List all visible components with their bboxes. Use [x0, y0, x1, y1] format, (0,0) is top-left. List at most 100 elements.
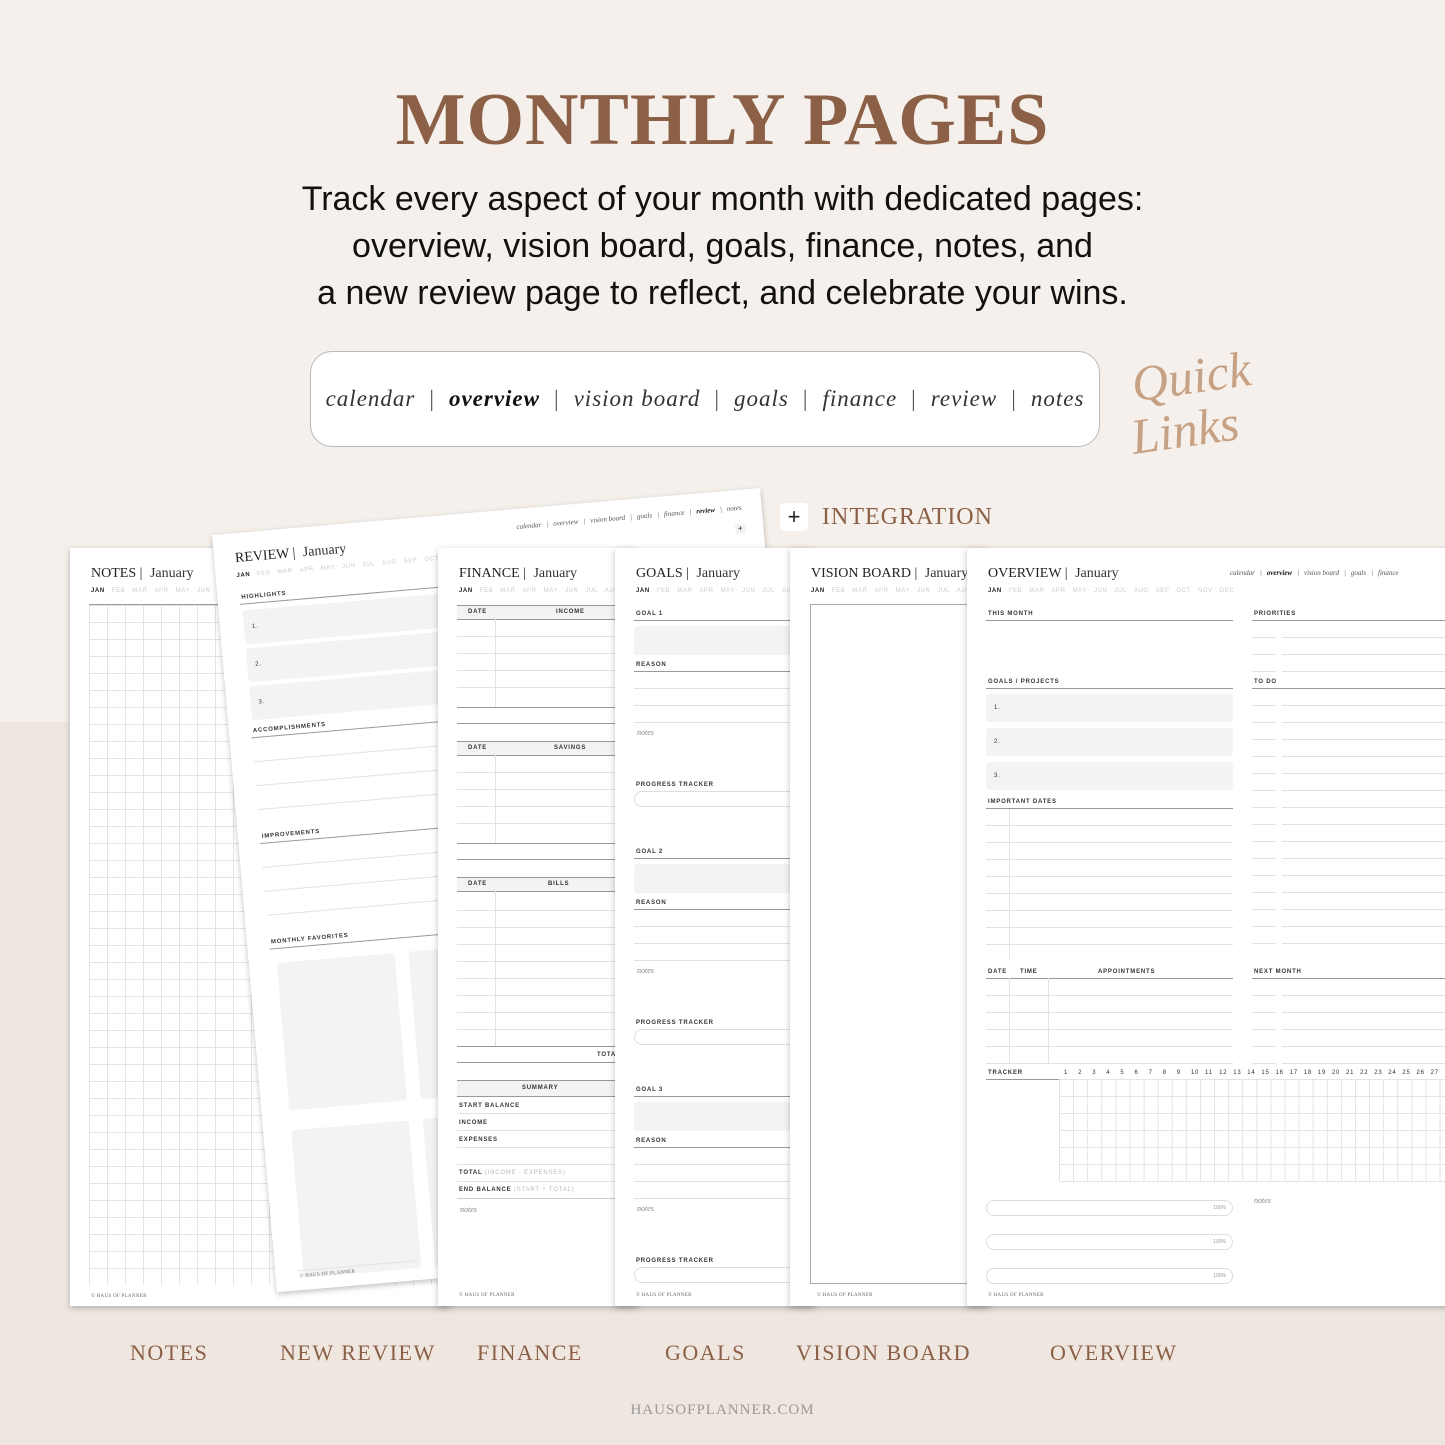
goal-input[interactable]: [634, 626, 814, 655]
vision-board-area[interactable]: [810, 604, 990, 1284]
month-tab-jan[interactable]: JAN: [811, 588, 825, 594]
month-tab-feb[interactable]: FEB: [480, 588, 493, 594]
month-tab-jan[interactable]: JAN: [91, 588, 105, 594]
month-tab-may[interactable]: MAY: [321, 565, 336, 572]
month-tab-apr[interactable]: APR: [522, 588, 536, 594]
month-tab-jun[interactable]: JUN: [1094, 588, 1107, 594]
quick-link-goals[interactable]: goals: [734, 386, 789, 412]
nav-link-vision-board[interactable]: vision board: [1304, 569, 1339, 577]
month-tab-nov[interactable]: NOV: [1198, 588, 1213, 594]
month-tab-feb[interactable]: FEB: [112, 588, 125, 594]
month-tab-jan[interactable]: JAN: [459, 588, 473, 594]
nav-link-review[interactable]: review: [696, 506, 715, 516]
tracker-day: 7: [1148, 1070, 1153, 1076]
line: [986, 876, 1233, 877]
month-tab-jun[interactable]: JUN: [742, 588, 755, 594]
subtitle-line: a new review page to reflect, and celebr…: [317, 274, 1128, 312]
overview-page: OVERVIEW | January JAN FEB MAR APR MAY JUN JUL…: [967, 548, 1445, 1306]
line: [1282, 1063, 1445, 1064]
quick-link-notes[interactable]: notes: [1031, 386, 1085, 412]
quick-link-calendar[interactable]: calendar: [326, 386, 416, 412]
month-tab-apr[interactable]: APR: [699, 588, 713, 594]
tracker-day: 16: [1275, 1070, 1284, 1076]
habit-tracker-grid[interactable]: [1059, 1079, 1445, 1182]
month-tab-mar[interactable]: MAR: [677, 588, 692, 594]
month-tab-apr[interactable]: APR: [154, 588, 168, 594]
month-tab-jun[interactable]: JUN: [197, 588, 210, 594]
month-tab-jul[interactable]: JUL: [362, 561, 375, 568]
nav-link-calendar[interactable]: calendar: [516, 521, 541, 531]
month-tab-jun[interactable]: JUN: [342, 563, 356, 570]
quick-link-overview[interactable]: overview: [449, 386, 540, 412]
month-tab-may[interactable]: MAY: [544, 588, 558, 594]
nav-link-finance[interactable]: finance: [1378, 569, 1399, 577]
month-tab-jul[interactable]: JUL: [762, 588, 774, 594]
footer: © HAUS OF PLANNER: [636, 1293, 692, 1298]
month-tab-mar[interactable]: MAR: [852, 588, 867, 594]
line: [1282, 739, 1445, 740]
month-tab-mar[interactable]: MAR: [277, 568, 293, 575]
month-tab-jan[interactable]: JAN: [636, 588, 650, 594]
month-tab-jul[interactable]: JUL: [937, 588, 949, 594]
separator: |: [1371, 569, 1374, 577]
month-tab-jul[interactable]: JUL: [585, 588, 597, 594]
footer: © HAUS OF PLANNER: [459, 1293, 515, 1298]
month-tab-may[interactable]: MAY: [176, 588, 190, 594]
month-tab-jun[interactable]: JUN: [565, 588, 578, 594]
nav-link-goals[interactable]: goals: [1351, 569, 1366, 577]
month-tab-oct[interactable]: OCT: [1177, 588, 1191, 594]
month-tab-may[interactable]: MAY: [1073, 588, 1087, 594]
goal-input[interactable]: [634, 864, 814, 893]
tracker-day: 20: [1331, 1070, 1341, 1076]
month-tab-sep[interactable]: SEP: [403, 558, 417, 565]
nav-link-finance[interactable]: finance: [664, 509, 685, 519]
separator: |: [545, 520, 549, 529]
month-tab-feb[interactable]: FEB: [832, 588, 845, 594]
month-tab-jul[interactable]: JUL: [1114, 588, 1126, 594]
goal-input[interactable]: [634, 1102, 814, 1131]
separator: |: [629, 513, 633, 522]
nav-link-notes[interactable]: notes: [727, 504, 742, 513]
tracker-day: 26: [1416, 1070, 1425, 1076]
tracker-day: 22: [1360, 1070, 1369, 1076]
month-tab-apr[interactable]: APR: [300, 566, 315, 573]
quick-link-review[interactable]: review: [931, 386, 997, 412]
month-tab-jan[interactable]: JAN: [988, 588, 1002, 594]
nav-link-vision-board[interactable]: vision board: [590, 514, 625, 525]
month-tab-dec[interactable]: DEC: [1220, 588, 1234, 594]
month-tab-jun[interactable]: JUN: [917, 588, 930, 594]
line: [1282, 722, 1445, 723]
month-tab-sep[interactable]: SEP: [1156, 588, 1170, 594]
tracker-day: 13: [1233, 1070, 1242, 1076]
nav-link-overview[interactable]: overview: [1267, 569, 1292, 577]
month-tab-may[interactable]: MAY: [721, 588, 735, 594]
month-tab-oct[interactable]: OCT: [424, 556, 439, 563]
month-tab-aug[interactable]: AUG: [382, 559, 397, 566]
quick-link-vision-board[interactable]: vision board: [574, 386, 701, 412]
month-tab-feb[interactable]: FEB: [1009, 588, 1022, 594]
separator: |: [719, 505, 723, 514]
nav-link-overview[interactable]: overview: [553, 518, 579, 528]
month-tab-apr[interactable]: APR: [874, 588, 888, 594]
month-tab-jan[interactable]: JAN: [236, 572, 250, 579]
site-url: HAUSOFPLANNER.COM: [630, 1402, 815, 1418]
line: [1282, 654, 1445, 655]
nav-link-goals[interactable]: goals: [637, 511, 653, 520]
month-tab-may[interactable]: MAY: [896, 588, 910, 594]
quick-link-finance[interactable]: finance: [822, 386, 897, 412]
month-tab-apr[interactable]: APR: [1051, 588, 1065, 594]
month-tab-feb[interactable]: FEB: [257, 570, 271, 577]
subtitle: Track every aspect of your month with de…: [0, 176, 1445, 317]
month-tab-mar[interactable]: MAR: [132, 588, 147, 594]
plus-icon[interactable]: +: [734, 523, 746, 535]
progress-tracker-label: PROGRESS TRACKER: [636, 1020, 714, 1026]
line: [1282, 705, 1445, 706]
line: [986, 859, 1233, 860]
month-tabs: JANFEBMARAPRMAYJUNJULAUGSEPOCTNOVDEC: [459, 588, 638, 594]
month-tab-feb[interactable]: FEB: [657, 588, 670, 594]
month-tab-mar[interactable]: MAR: [500, 588, 515, 594]
line: [1282, 824, 1445, 825]
month-tab-aug[interactable]: AUG: [1134, 588, 1149, 594]
nav-link-calendar[interactable]: calendar: [1230, 569, 1255, 577]
month-tab-mar[interactable]: MAR: [1029, 588, 1044, 594]
